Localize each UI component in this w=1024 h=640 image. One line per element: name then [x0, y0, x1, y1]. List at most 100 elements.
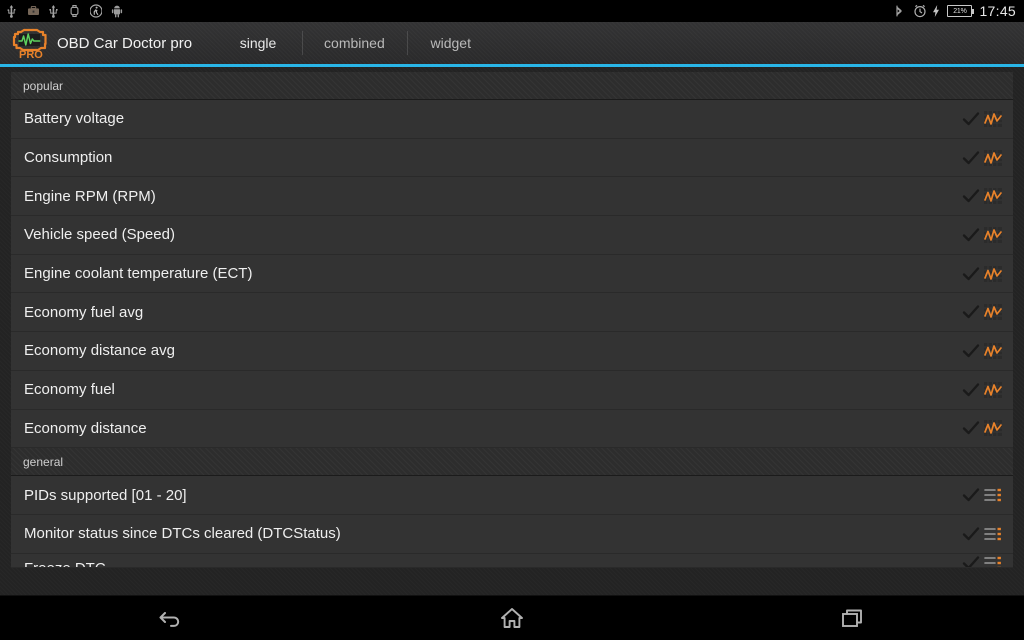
check-icon[interactable] [962, 150, 981, 166]
check-icon[interactable] [962, 343, 981, 359]
graph-icon[interactable] [983, 265, 1003, 283]
battery-indicator: 21% [947, 5, 975, 17]
battery-percent-label: 21% [953, 7, 967, 15]
logo-pro-badge: PRO [19, 49, 43, 60]
list-item[interactable]: Economy fuel [11, 370, 1013, 410]
list-item-label: Engine coolant temperature (ECT) [24, 265, 253, 283]
briefcase-icon [27, 4, 39, 18]
home-icon [499, 606, 525, 630]
list-item[interactable]: Battery voltage [11, 100, 1013, 139]
clock-label: 17:45 [979, 3, 1016, 19]
graph-icon[interactable] [983, 419, 1003, 437]
list-item-label: Consumption [24, 149, 113, 167]
list-item-label: Vehicle speed (Speed) [24, 226, 175, 244]
list-icon[interactable] [983, 525, 1003, 543]
tab-combined[interactable]: combined [302, 22, 407, 64]
nav-recents-button[interactable] [793, 596, 913, 640]
section-header-popular-label: popular [23, 78, 64, 93]
section-header-general: general [11, 448, 1013, 477]
list-item-icons [962, 110, 1003, 128]
action-bar: PRO OBD Car Doctor pro single combined w… [0, 22, 1024, 67]
section-header-general-label: general [23, 454, 64, 469]
graph-icon[interactable] [983, 149, 1003, 167]
list-item[interactable]: Engine RPM (RPM) [11, 177, 1013, 217]
list-item-icons [962, 525, 1003, 543]
graph-icon[interactable] [983, 226, 1003, 244]
list-item-icons [962, 265, 1003, 283]
list-icon[interactable] [983, 486, 1003, 504]
android-navigation-bar [0, 595, 1024, 640]
list-item-icons [962, 486, 1003, 504]
list-item[interactable]: Monitor status since DTCs cleared (DTCSt… [11, 514, 1013, 554]
list-item-label: Monitor status since DTCs cleared (DTCSt… [24, 525, 341, 543]
status-bar-left-icons [6, 4, 123, 18]
check-icon[interactable] [962, 382, 981, 398]
runner-icon [90, 4, 102, 18]
status-bar-right: 21% 17:45 [894, 3, 1016, 19]
list-item[interactable]: Freeze DTC [11, 553, 1013, 568]
android-icon [111, 4, 123, 18]
section-header-popular: popular [11, 72, 1013, 100]
graph-icon[interactable] [983, 342, 1003, 360]
back-arrow-icon [158, 607, 184, 629]
check-icon[interactable] [962, 227, 981, 243]
tab-widget-label: widget [430, 35, 471, 51]
list-item-icons [962, 342, 1003, 360]
app-title: OBD Car Doctor pro [57, 34, 193, 52]
list-item-icons [962, 187, 1003, 205]
check-icon[interactable] [962, 487, 981, 503]
graph-icon[interactable] [983, 381, 1003, 399]
app-brand: PRO OBD Car Doctor pro [0, 22, 192, 64]
check-icon[interactable] [962, 304, 981, 320]
tab-combined-label: combined [324, 35, 385, 51]
list-item[interactable]: Economy distance avg [11, 332, 1013, 371]
list-item[interactable]: Engine coolant temperature (ECT) [11, 254, 1013, 294]
sensor-list-scroll-area[interactable]: popular Battery voltage Consumption Engi… [0, 67, 1024, 595]
list-item-label: Engine RPM (RPM) [24, 187, 156, 205]
list-item[interactable]: Consumption [11, 138, 1013, 178]
check-icon[interactable] [962, 188, 981, 204]
list-item-icons [962, 226, 1003, 244]
list-icon[interactable] [983, 554, 1003, 567]
usb-icon [6, 4, 18, 18]
watch-icon [69, 4, 81, 18]
list-item-icons [962, 381, 1003, 399]
list-item-label: Economy fuel [24, 381, 115, 399]
tab-widget[interactable]: widget [406, 22, 495, 64]
usb-debug-icon [48, 4, 60, 18]
list-item[interactable]: Economy distance [11, 409, 1013, 449]
list-item-label: Economy distance [24, 419, 147, 437]
check-icon[interactable] [962, 420, 981, 436]
obd-car-doctor-logo: PRO [10, 26, 48, 60]
list-item-icons [962, 554, 1003, 567]
tab-single[interactable]: single [214, 22, 303, 67]
nav-back-button[interactable] [111, 596, 231, 640]
list-item-label: PIDs supported [01 - 20] [24, 486, 187, 504]
check-icon[interactable] [962, 526, 981, 542]
check-icon[interactable] [962, 555, 981, 567]
list-item-label: Freeze DTC [24, 554, 962, 567]
recents-icon [840, 607, 866, 629]
graph-icon[interactable] [983, 110, 1003, 128]
bluetooth-icon [894, 4, 906, 18]
list-item-label: Economy fuel avg [24, 303, 144, 321]
alarm-icon [913, 4, 927, 18]
list-item[interactable]: Economy fuel avg [11, 293, 1013, 333]
list-item[interactable]: Vehicle speed (Speed) [11, 216, 1013, 255]
status-bar: 21% 17:45 [0, 0, 1024, 22]
list-item-label: Battery voltage [24, 110, 125, 128]
sensor-list: popular Battery voltage Consumption Engi… [11, 72, 1013, 568]
graph-icon[interactable] [983, 303, 1003, 321]
list-item[interactable]: PIDs supported [01 - 20] [11, 476, 1013, 515]
list-item-icons [962, 419, 1003, 437]
graph-icon[interactable] [983, 187, 1003, 205]
check-icon[interactable] [962, 111, 981, 127]
list-item-label: Economy distance avg [24, 342, 175, 360]
charging-bolt-icon [932, 4, 940, 18]
tab-single-label: single [239, 35, 277, 51]
tab-bar: single combined widget [214, 22, 495, 67]
check-icon[interactable] [962, 266, 981, 282]
list-item-icons [962, 303, 1003, 321]
nav-home-button[interactable] [452, 596, 572, 640]
list-item-icons [962, 149, 1003, 167]
